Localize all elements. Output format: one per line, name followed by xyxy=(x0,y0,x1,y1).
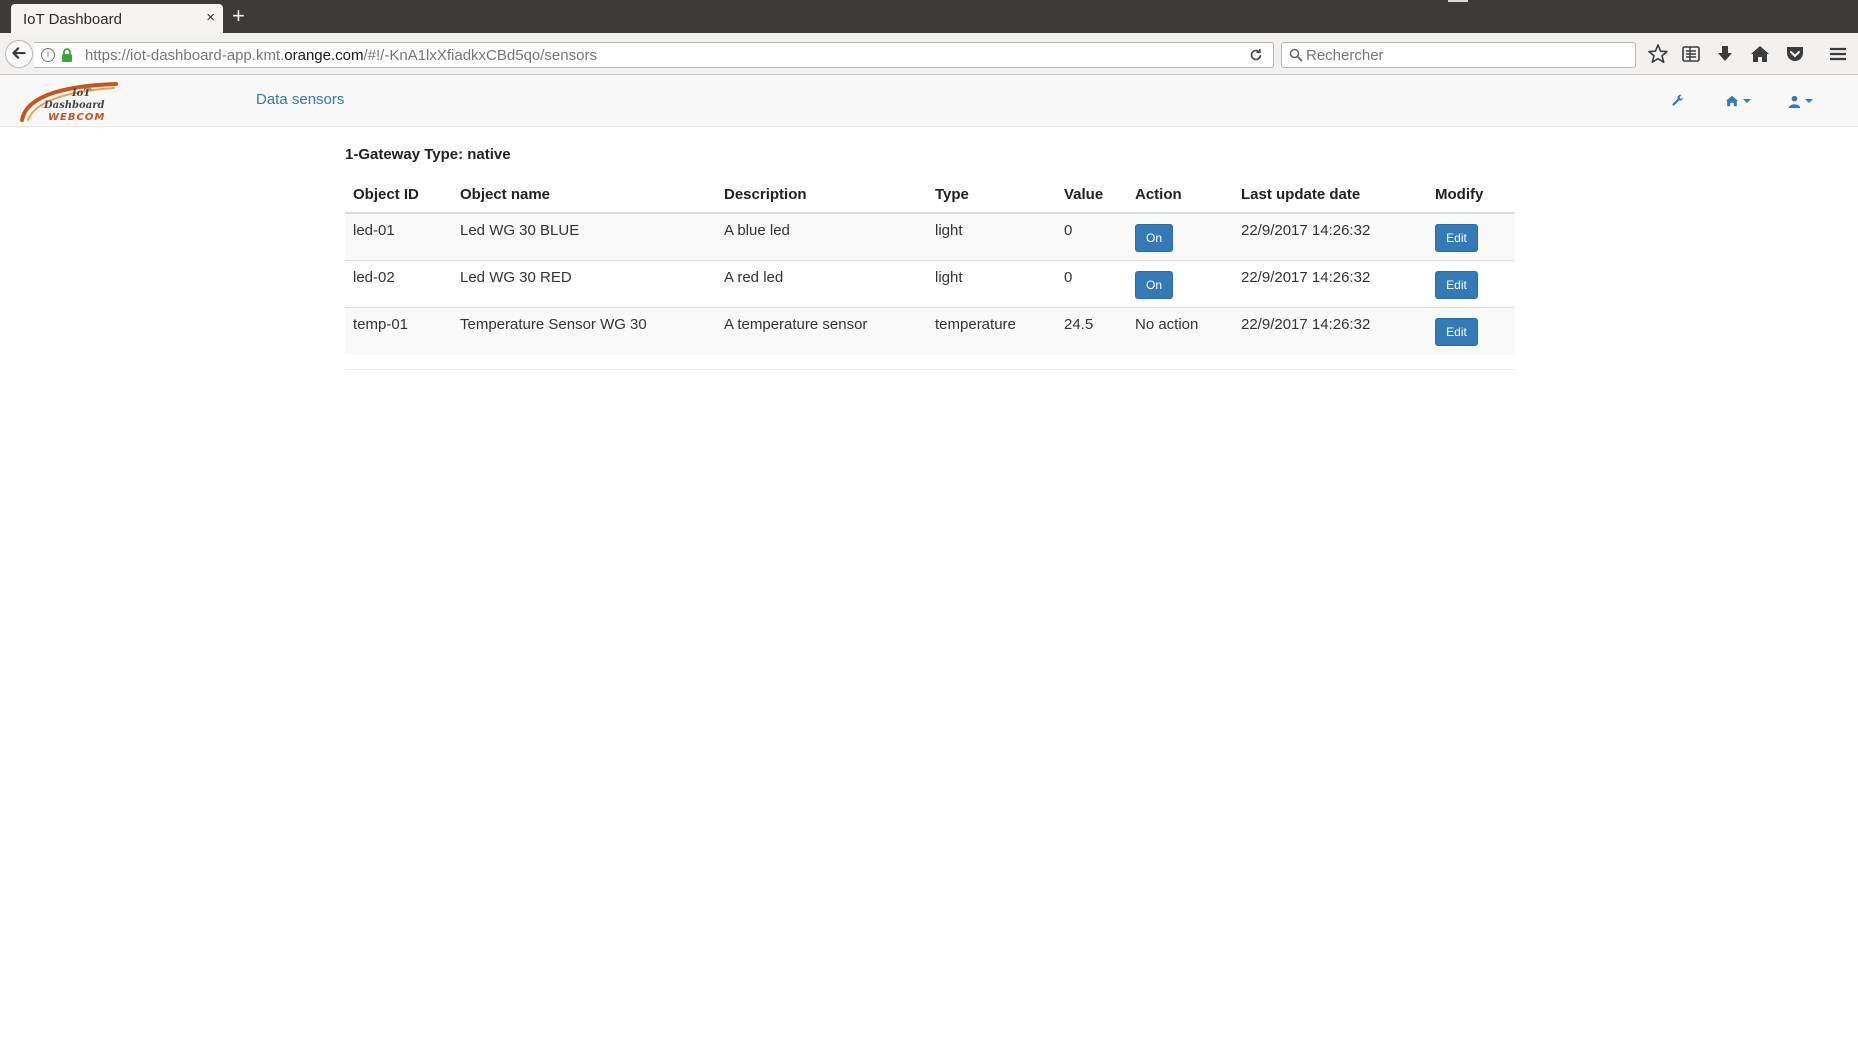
chevron-down-icon xyxy=(1805,99,1813,103)
search-bar[interactable]: Rechercher xyxy=(1281,42,1636,68)
description-cell: A blue led xyxy=(716,212,927,261)
window-indicator xyxy=(1448,0,1468,2)
home-icon xyxy=(1725,95,1739,107)
object-id-cell: led-01 xyxy=(345,212,452,261)
modify-cell: Edit xyxy=(1427,260,1515,308)
bookmark-star-icon[interactable] xyxy=(1647,43,1669,65)
object-id-cell: temp-01 xyxy=(345,307,452,355)
edit-button[interactable]: Edit xyxy=(1435,224,1478,252)
app-navbar: IoT Dashboard WEBCOM Data sensors xyxy=(0,75,1858,127)
new-tab-icon[interactable]: + xyxy=(232,4,245,28)
info-icon[interactable]: i xyxy=(41,48,55,62)
settings-button[interactable] xyxy=(1671,91,1685,111)
column-header: Description xyxy=(716,178,927,214)
user-icon xyxy=(1788,95,1801,108)
download-icon[interactable] xyxy=(1714,43,1736,65)
column-header: Value xyxy=(1056,178,1127,214)
object-name-cell: Led WG 30 BLUE xyxy=(452,212,716,261)
action-cell: On xyxy=(1127,260,1233,308)
gateway-title: 1-Gateway Type: native xyxy=(345,146,511,163)
object-id-cell: led-02 xyxy=(345,260,452,308)
iot-dashboard-logo[interactable]: IoT Dashboard WEBCOM xyxy=(18,80,120,124)
column-header: Last update date xyxy=(1233,178,1427,214)
logo-text-webcom: WEBCOM xyxy=(48,112,105,123)
logo-text-dashboard: Dashboard xyxy=(43,100,104,111)
tab-title: IoT Dashboard xyxy=(23,11,122,28)
type-cell: light xyxy=(927,260,1056,308)
lock-icon xyxy=(62,48,72,62)
home-icon[interactable] xyxy=(1749,43,1771,65)
nav-link-data-sensors[interactable]: Data sensors xyxy=(256,91,344,108)
wrench-icon xyxy=(1672,94,1684,106)
search-icon xyxy=(1289,48,1303,62)
edit-button[interactable]: Edit xyxy=(1435,318,1478,346)
search-input[interactable]: Rechercher xyxy=(1306,47,1384,64)
back-button[interactable] xyxy=(5,40,33,68)
menu-icon[interactable] xyxy=(1827,43,1849,65)
on-button[interactable]: On xyxy=(1135,224,1173,252)
sensors-table: Object ID Object name Description Type V… xyxy=(345,178,1515,355)
browser-tab-bar: IoT Dashboard × + xyxy=(0,0,1858,34)
table-header-row: Object ID Object name Description Type V… xyxy=(345,178,1515,214)
column-header: Modify xyxy=(1427,178,1515,214)
tab-close-icon[interactable]: × xyxy=(206,9,215,26)
last-update-cell: 22/9/2017 14:26:32 xyxy=(1233,260,1427,308)
action-cell: No action xyxy=(1127,307,1233,355)
last-update-cell: 22/9/2017 14:26:32 xyxy=(1233,307,1427,355)
action-cell: On xyxy=(1127,212,1233,261)
logo-text-iot: IoT xyxy=(71,88,92,99)
type-cell: temperature xyxy=(927,307,1056,355)
sensors-panel: 1-Gateway Type: native Object ID Object … xyxy=(345,146,1515,355)
url-text[interactable]: https://iot-dashboard-app.kmt.orange.com… xyxy=(85,47,597,64)
arrow-left-icon xyxy=(12,47,26,59)
user-dropdown[interactable] xyxy=(1788,91,1813,111)
value-cell: 0 xyxy=(1056,260,1127,308)
value-cell: 24.5 xyxy=(1056,307,1127,355)
edit-button[interactable]: Edit xyxy=(1435,271,1478,299)
modify-cell: Edit xyxy=(1427,307,1515,355)
column-header: Object name xyxy=(452,178,716,214)
reload-icon[interactable] xyxy=(1247,46,1265,64)
last-update-cell: 22/9/2017 14:26:32 xyxy=(1233,212,1427,261)
description-cell: A temperature sensor xyxy=(716,307,927,355)
reading-list-icon[interactable] xyxy=(1680,43,1702,65)
browser-tab[interactable]: IoT Dashboard × xyxy=(11,4,223,34)
value-cell: 0 xyxy=(1056,212,1127,261)
table-row: led-02 Led WG 30 RED A red led light 0 O… xyxy=(345,260,1515,308)
table-row: led-01 Led WG 30 BLUE A blue led light 0… xyxy=(345,212,1515,261)
chevron-down-icon xyxy=(1743,99,1751,103)
divider xyxy=(345,369,1515,370)
table-row: temp-01 Temperature Sensor WG 30 A tempe… xyxy=(345,307,1515,355)
pocket-icon[interactable] xyxy=(1784,43,1806,65)
type-cell: light xyxy=(927,212,1056,261)
browser-toolbar: i https://iot-dashboard-app.kmt.orange.c… xyxy=(0,33,1858,75)
home-dropdown[interactable] xyxy=(1725,91,1751,111)
modify-cell: Edit xyxy=(1427,212,1515,261)
url-bar[interactable]: i https://iot-dashboard-app.kmt.orange.c… xyxy=(34,42,1274,68)
on-button[interactable]: On xyxy=(1135,271,1173,299)
object-name-cell: Led WG 30 RED xyxy=(452,260,716,308)
column-header: Type xyxy=(927,178,1056,214)
object-name-cell: Temperature Sensor WG 30 xyxy=(452,307,716,355)
column-header: Object ID xyxy=(345,178,452,214)
description-cell: A red led xyxy=(716,260,927,308)
column-header: Action xyxy=(1127,178,1233,214)
